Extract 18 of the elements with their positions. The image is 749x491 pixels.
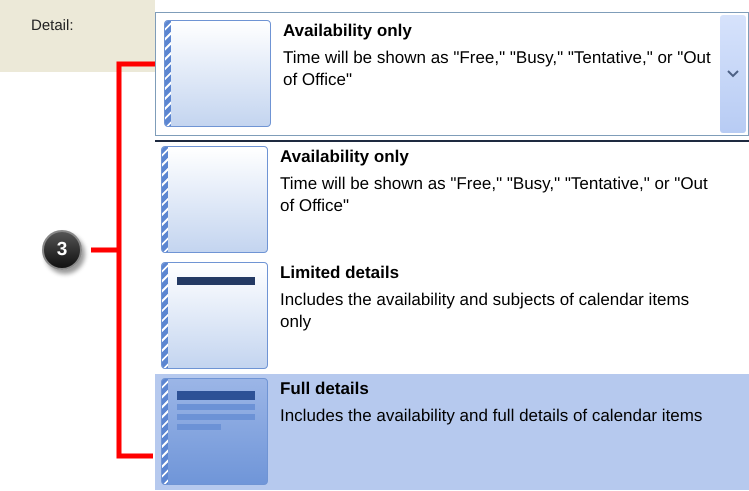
blank-page-icon [164,20,271,127]
field-label: Detail: [31,17,74,34]
detail-dropdown[interactable]: Availability only Time will be shown as "Free," "Busy," "Tentative," or "Out of Office" [155,12,749,136]
callout-number: 3 [42,230,82,270]
dropdown-button[interactable] [720,15,746,133]
chevron-down-icon [727,70,739,78]
option-title: Limited details [280,263,400,282]
dropdown-option[interactable]: Full details Includes the availability and full details of calendar items [155,374,749,490]
option-description: Includes the availability and subjects of calendar items only [280,289,690,333]
option-title: Availability only [283,21,413,40]
blank-page-icon [161,146,268,253]
option-title: Full details [280,379,370,398]
option-description: Time will be shown as "Free," "Busy," "Tentative," or "Out of Office" [280,173,708,217]
option-title: Availability only [280,147,410,166]
page-with-lines-icon [161,378,268,485]
option-description: Includes the availability and full details of calendar items [280,405,704,427]
option-description: Time will be shown as "Free," "Busy," "Tentative," or "Out of Office" [283,47,711,91]
page-with-bar-icon [161,262,268,369]
